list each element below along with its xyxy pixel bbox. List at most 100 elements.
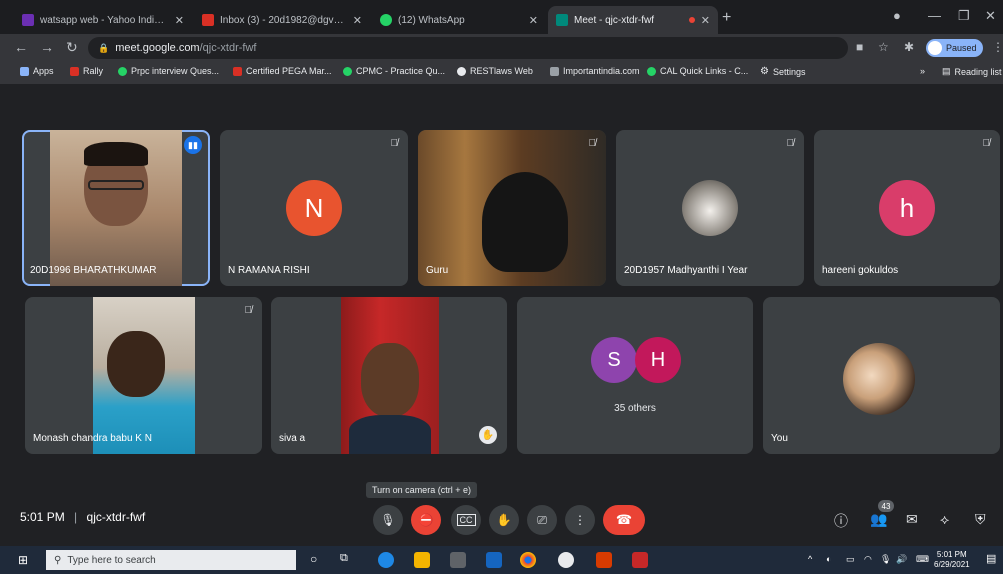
address-host: meet.google.com bbox=[115, 42, 200, 54]
participant-tile-madhyanthi[interactable]: 🎙̸ 20D1957 Madhyanthi I Year bbox=[616, 130, 804, 286]
tab-inbox[interactable]: Inbox (3) - 20d1982@dgvaishn ✕ bbox=[194, 6, 370, 34]
present-screen-icon: ⎚ bbox=[537, 512, 547, 527]
participant-tile-monash[interactable]: 🎙̸ Monash chandra babu K N bbox=[25, 297, 262, 454]
notifications-icon[interactable]: ▤ bbox=[986, 552, 996, 565]
participant-tile-ramana[interactable]: 🎙̸ N N RAMANA RISHI bbox=[220, 130, 408, 286]
close-window-button[interactable]: ✕ bbox=[985, 8, 996, 24]
participant-name: 20D1957 Madhyanthi I Year bbox=[624, 265, 748, 276]
close-tab-icon[interactable]: ✕ bbox=[353, 14, 362, 27]
tab-meet[interactable]: Meet - qjc-xtdr-fwf ✕ bbox=[548, 6, 718, 34]
microphone-button[interactable]: 🎙 bbox=[373, 505, 403, 535]
windows-start-icon[interactable]: ⊞ bbox=[18, 553, 28, 567]
show-hidden-icons-icon[interactable]: ^ bbox=[808, 554, 812, 564]
profile-button[interactable]: Paused bbox=[926, 39, 983, 57]
gmail-icon bbox=[233, 66, 242, 76]
more-vert-icon: ⋮ bbox=[574, 513, 586, 527]
taskbar-search-box[interactable]: ⚲ Type here to search bbox=[46, 550, 296, 570]
host-controls-icon[interactable]: ⛨ bbox=[975, 511, 986, 528]
people-icon[interactable]: 👥 bbox=[870, 511, 887, 528]
camera-tooltip: Turn on camera (ctrl + e) bbox=[366, 482, 477, 498]
store-icon[interactable] bbox=[450, 552, 466, 568]
close-tab-icon[interactable]: ✕ bbox=[175, 14, 184, 27]
tab-search-icon[interactable]: ● bbox=[893, 8, 901, 23]
mic-off-icon: 🎙̸ bbox=[786, 138, 795, 149]
office-icon[interactable] bbox=[596, 552, 612, 568]
meeting-separator: | bbox=[74, 510, 78, 524]
tray-app-icon[interactable]: ◐ bbox=[826, 554, 831, 564]
yahoo-favicon-icon bbox=[22, 14, 34, 26]
tab-whatsapp[interactable]: (12) WhatsApp ✕ bbox=[372, 6, 546, 34]
file-explorer-icon[interactable] bbox=[414, 552, 430, 568]
bookmark-label: RESTlaws Web bbox=[470, 66, 533, 76]
close-tab-icon[interactable]: ✕ bbox=[529, 14, 538, 27]
mail-icon[interactable] bbox=[486, 552, 502, 568]
windows-taskbar: ⊞ ⚲ Type here to search ○ ⧉ ^ ◐ ▭ ◠ 🎙 🔊 … bbox=[0, 546, 1003, 574]
extensions-icon[interactable]: ✱ bbox=[904, 40, 914, 54]
bookmark-star-icon[interactable]: ☆ bbox=[878, 40, 889, 54]
back-icon[interactable]: ← bbox=[14, 39, 28, 55]
info-icon[interactable]: ⓘ bbox=[834, 511, 848, 531]
bookmark-cpmc[interactable]: CPMC - Practice Qu... bbox=[343, 66, 445, 76]
bookmark-apps[interactable]: Apps bbox=[20, 66, 54, 76]
participant-video bbox=[50, 130, 182, 286]
reading-list-button[interactable]: ▤ Reading list bbox=[942, 66, 1002, 77]
whatsapp-icon bbox=[343, 66, 352, 76]
bookmark-settings[interactable]: ⚙ Settings bbox=[760, 66, 806, 77]
new-tab-button[interactable]: + bbox=[722, 9, 731, 27]
clock-date: 6/29/2021 bbox=[934, 560, 970, 569]
network-icon[interactable]: ◠ bbox=[864, 554, 872, 565]
bookmark-label: Certified PEGA Mar... bbox=[246, 66, 332, 76]
taskbar-clock[interactable]: 5:01 PM 6/29/2021 bbox=[934, 550, 970, 570]
self-tile[interactable]: You bbox=[763, 297, 1000, 454]
menu-icon[interactable]: ⋮ bbox=[992, 40, 1003, 54]
close-tab-icon[interactable]: ✕ bbox=[701, 14, 710, 27]
participant-tile-bharathkumar[interactable]: ▮▮ 20D1996 BHARATHKUMAR bbox=[22, 130, 210, 286]
bookmark-pega[interactable]: Certified PEGA Mar... bbox=[233, 66, 332, 76]
bookmark-rally[interactable]: Rally bbox=[70, 66, 103, 76]
dell-icon[interactable] bbox=[558, 552, 574, 568]
present-button[interactable]: ⎚ bbox=[527, 505, 557, 535]
edge-icon[interactable] bbox=[378, 552, 394, 568]
bookmark-restlaws[interactable]: RESTlaws Web bbox=[457, 66, 533, 76]
chrome-icon[interactable] bbox=[520, 552, 536, 568]
bookmark-prpc[interactable]: Prpc interview Ques... bbox=[118, 66, 219, 76]
address-bar[interactable]: 🔒 meet.google.com /qjc-xtdr-fwf bbox=[88, 37, 848, 59]
leave-call-button[interactable]: ☎ bbox=[603, 505, 645, 535]
raise-hand-button[interactable]: ✋ bbox=[489, 505, 519, 535]
volume-icon[interactable]: 🔊 bbox=[896, 554, 907, 565]
camera-button[interactable]: ⛔ bbox=[411, 505, 441, 535]
bookmark-cal[interactable]: CAL Quick Links - C... bbox=[647, 66, 748, 76]
reload-icon[interactable]: ↻ bbox=[66, 39, 78, 56]
mic-off-icon: 🎙̸ bbox=[390, 138, 399, 149]
reading-list-label: Reading list bbox=[954, 66, 1002, 77]
more-options-button[interactable]: ⋮ bbox=[565, 505, 595, 535]
participant-name: Monash chandra babu K N bbox=[33, 433, 152, 444]
language-icon[interactable]: ⌨ bbox=[916, 554, 929, 565]
more-bookmarks-icon[interactable]: » bbox=[920, 66, 925, 76]
captions-icon: CC bbox=[456, 514, 476, 526]
microphone-tray-icon[interactable]: 🎙 bbox=[880, 554, 891, 565]
others-tile[interactable]: S H 35 others bbox=[517, 297, 753, 454]
bookmark-importantindia[interactable]: Importantindia.com bbox=[550, 66, 640, 76]
activities-icon[interactable]: ⟡ bbox=[940, 511, 949, 528]
whatsapp-favicon-icon bbox=[380, 14, 392, 26]
others-avatar-s: S bbox=[591, 337, 637, 383]
restore-button[interactable]: ❐ bbox=[958, 8, 970, 24]
chat-icon[interactable]: ✉ bbox=[906, 511, 918, 528]
camera-in-use-icon[interactable]: ■ bbox=[856, 40, 863, 54]
minimize-button[interactable]: — bbox=[928, 8, 941, 23]
battery-icon[interactable]: ▭ bbox=[846, 554, 855, 565]
reading-list-icon: ▤ bbox=[942, 66, 951, 76]
tab-yahoo[interactable]: watsapp web - Yahoo India Sear ✕ bbox=[14, 6, 192, 34]
cortana-icon[interactable]: ○ bbox=[310, 552, 317, 566]
participant-tile-siva[interactable]: ✋ siva a bbox=[271, 297, 507, 454]
tab-title: Meet - qjc-xtdr-fwf bbox=[574, 14, 655, 26]
participant-tile-hareeni[interactable]: 🎙̸ h hareeni gokuldos bbox=[814, 130, 1000, 286]
tab-title: watsapp web - Yahoo India Sear bbox=[40, 14, 169, 26]
phone-hangup-icon: ☎ bbox=[615, 512, 633, 527]
captions-button[interactable]: CC bbox=[451, 505, 481, 535]
pdf-reader-icon[interactable] bbox=[632, 552, 648, 568]
forward-icon[interactable]: → bbox=[40, 39, 54, 55]
participant-tile-guru[interactable]: 🎙̸ Guru bbox=[418, 130, 606, 286]
task-view-icon[interactable]: ⧉ bbox=[340, 552, 348, 565]
